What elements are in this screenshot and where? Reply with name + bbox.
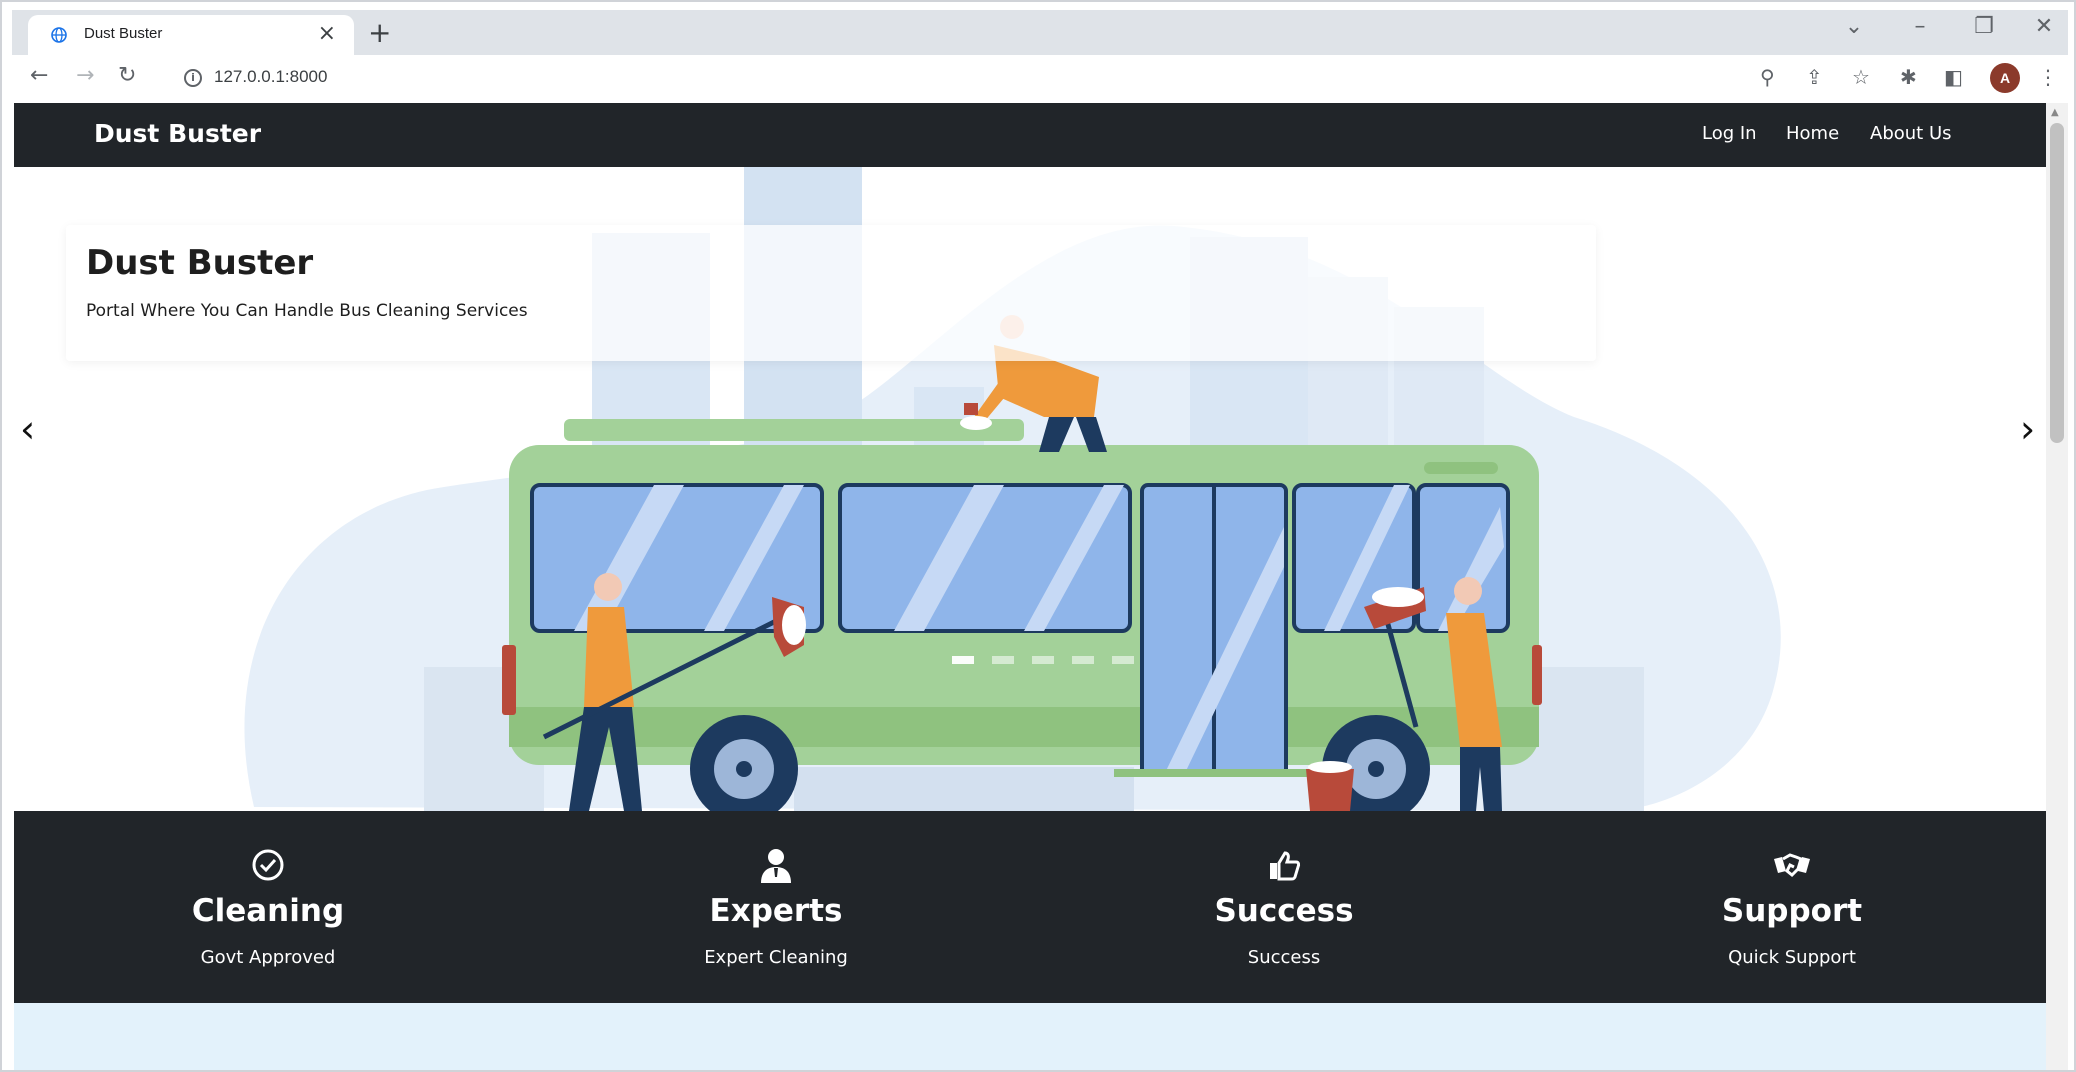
minimize-icon[interactable]: – [1900, 14, 1940, 39]
scroll-thumb[interactable] [2050, 123, 2064, 443]
window-close-icon[interactable]: ✕ [2024, 14, 2064, 39]
menu-icon[interactable]: ⋮ [2038, 65, 2058, 89]
hero-carousel: ‹ › Dust Buster Portal Where You Can Han… [14, 167, 2046, 811]
feature-cleaning: Cleaning Govt Approved [14, 811, 522, 1003]
feature-experts: Experts Expert Cleaning [522, 811, 1030, 1003]
browser-tab[interactable]: Dust Buster × [28, 15, 354, 55]
reload-icon[interactable]: ↻ [118, 63, 136, 88]
zoom-icon[interactable]: ⚲ [1760, 65, 1775, 89]
nav-link-home[interactable]: Home [1786, 123, 1839, 144]
extensions-icon[interactable]: ✱ [1900, 65, 1917, 89]
tab-strip: Dust Buster × + ⌄ – ❐ ✕ [12, 10, 2068, 55]
check-circle-icon [252, 849, 284, 881]
info-icon[interactable]: i [184, 69, 202, 87]
browser-toolbar: ← → ↻ i 127.0.0.1:8000 ⚲ ⇪ ☆ ✱ ◧ A ⋮ [12, 55, 2068, 103]
carousel-caption: Dust Buster Portal Where You Can Handle … [66, 225, 1596, 361]
avatar[interactable]: A [1990, 63, 2020, 93]
carousel-prev-icon[interactable]: ‹ [20, 407, 35, 451]
features-strip: Cleaning Govt Approved Experts Expert Cl… [14, 811, 2046, 1003]
page-scrollbar[interactable]: ▲ [2046, 103, 2068, 1070]
feature-subtitle: Expert Cleaning [704, 947, 848, 968]
chevron-down-icon[interactable]: ⌄ [1834, 14, 1874, 39]
handshake-icon [1774, 853, 1810, 878]
nav-link-about[interactable]: About Us [1870, 123, 1952, 144]
restore-icon[interactable]: ❐ [1964, 14, 2004, 39]
carousel-indicator[interactable] [1032, 656, 1055, 664]
share-icon[interactable]: ⇪ [1806, 65, 1823, 89]
tab-title: Dust Buster [84, 25, 163, 42]
carousel-indicator[interactable] [992, 656, 1015, 664]
side-panel-icon[interactable]: ◧ [1944, 65, 1963, 89]
scroll-up-icon[interactable]: ▲ [2051, 107, 2059, 118]
feature-title: Cleaning [191, 893, 345, 929]
web-page: Dust Buster Log In Home About Us ‹ › Dus… [14, 103, 2046, 1070]
carousel-indicator[interactable] [1112, 656, 1135, 664]
feature-subtitle: Quick Support [1728, 947, 1856, 968]
carousel-indicator[interactable] [1072, 656, 1095, 664]
feature-title: Experts [709, 893, 843, 929]
nav-link-login[interactable]: Log In [1702, 123, 1757, 144]
back-icon[interactable]: ← [30, 63, 48, 88]
caption-title: Dust Buster [86, 243, 314, 283]
feature-support: Support Quick Support [1538, 811, 2046, 1003]
carousel-next-icon[interactable]: › [2020, 407, 2035, 451]
site-navbar: Dust Buster Log In Home About Us [14, 103, 2046, 167]
thumbs-up-icon [1270, 851, 1301, 881]
new-tab-icon[interactable]: + [368, 16, 391, 49]
bookmark-star-icon[interactable]: ☆ [1852, 65, 1870, 89]
url-text: 127.0.0.1:8000 [214, 67, 328, 86]
carousel-indicator[interactable] [952, 656, 974, 664]
browser-window: Dust Buster × + ⌄ – ❐ ✕ ← → ↻ i 127.0.0.… [0, 0, 2076, 1072]
content-band [14, 1003, 2046, 1070]
address-bar[interactable]: i 127.0.0.1:8000 [162, 60, 1792, 96]
feature-title: Support [1721, 893, 1863, 929]
feature-subtitle: Govt Approved [200, 947, 336, 968]
navbar-brand[interactable]: Dust Buster [94, 119, 261, 148]
feature-subtitle: Success [1247, 947, 1321, 968]
globe-icon [51, 27, 67, 43]
close-icon[interactable]: × [318, 21, 336, 46]
feature-success: Success Success [1030, 811, 1538, 1003]
feature-title: Success [1214, 893, 1354, 929]
user-tie-icon [761, 849, 791, 883]
caption-subtitle: Portal Where You Can Handle Bus Cleaning… [86, 301, 528, 321]
forward-icon[interactable]: → [76, 63, 94, 88]
carousel-indicators [952, 649, 1147, 668]
